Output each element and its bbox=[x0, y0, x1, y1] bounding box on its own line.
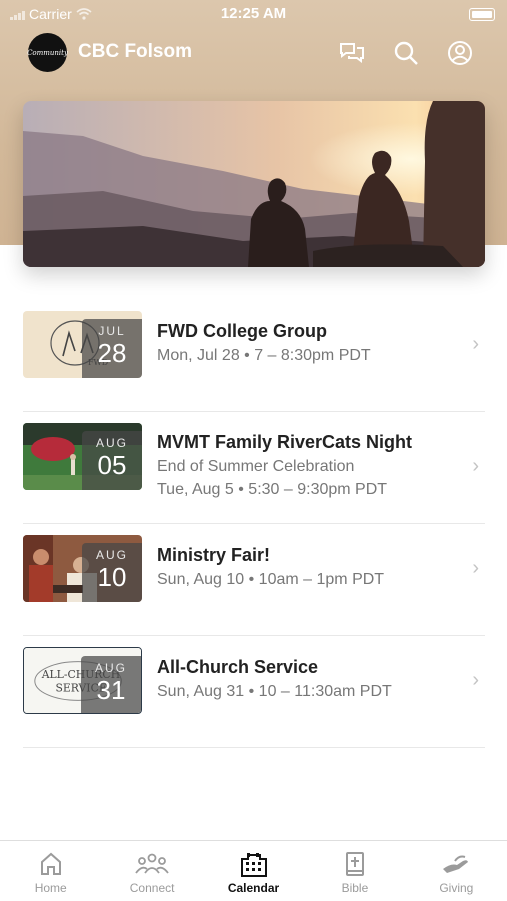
event-month: AUG bbox=[94, 661, 127, 675]
status-bar: Carrier 12:25 AM bbox=[0, 0, 507, 28]
event-time: Sun, Aug 10 • 10am – 1pm PDT bbox=[157, 571, 385, 588]
tab-label: Home bbox=[34, 881, 67, 895]
app-header: Community CBC Folsom bbox=[0, 28, 507, 78]
event-title: FWD College Group bbox=[157, 321, 327, 341]
home-icon bbox=[40, 852, 61, 875]
tab-label: Calendar bbox=[227, 881, 280, 895]
chevron-right-icon: › bbox=[472, 455, 479, 477]
event-title: Ministry Fair! bbox=[157, 545, 271, 565]
tab-label: Connect bbox=[129, 881, 175, 895]
tab-label: Bible bbox=[341, 881, 369, 895]
tab-label: Giving bbox=[439, 881, 474, 895]
chevron-right-icon: › bbox=[472, 669, 479, 691]
event-time: Mon, Jul 28 • 7 – 8:30pm PDT bbox=[157, 347, 371, 364]
event-list: FWD JUL 28 FWD College Group Mon, Jul 28… bbox=[23, 300, 485, 748]
search-icon[interactable] bbox=[391, 38, 421, 68]
event-day: 10 bbox=[97, 562, 127, 592]
event-date-badge: AUG 31 bbox=[81, 656, 141, 713]
event-time: Tue, Aug 5 • 5:30 – 9:30pm PDT bbox=[157, 481, 388, 498]
people-icon bbox=[135, 853, 169, 874]
tab-calendar[interactable]: Calendar bbox=[203, 841, 304, 901]
chevron-right-icon: › bbox=[472, 557, 479, 579]
tab-connect[interactable]: Connect bbox=[101, 841, 202, 901]
giving-icon bbox=[443, 855, 469, 873]
event-thumbnail: AUG 10 bbox=[23, 535, 142, 602]
battery-icon bbox=[469, 8, 495, 21]
status-time: 12:25 AM bbox=[220, 5, 287, 22]
tab-giving[interactable]: Giving bbox=[406, 841, 507, 901]
tab-bible[interactable]: Bible bbox=[304, 841, 405, 901]
event-subtitle: End of Summer Celebration bbox=[157, 458, 355, 475]
tab-bar: Home Connect Calendar Bible Giving bbox=[0, 840, 507, 901]
event-thumbnail: ALL-CHURCH SERVICE AUG 31 bbox=[23, 647, 142, 714]
event-day: 28 bbox=[97, 338, 127, 368]
event-time: Sun, Aug 31 • 10 – 11:30am PDT bbox=[157, 683, 392, 700]
event-date-badge: JUL 28 bbox=[82, 319, 142, 378]
bible-icon bbox=[345, 852, 364, 876]
tab-home[interactable]: Home bbox=[0, 841, 101, 901]
calendar-icon bbox=[240, 853, 267, 877]
event-row[interactable]: ALL-CHURCH SERVICE AUG 31 All-Church Ser… bbox=[23, 636, 485, 748]
event-month: AUG bbox=[95, 548, 128, 562]
chat-icon[interactable] bbox=[337, 38, 367, 68]
chevron-right-icon: › bbox=[472, 333, 479, 355]
event-row[interactable]: AUG 05 MVMT Family RiverCats Night End o… bbox=[23, 412, 485, 524]
logo-text: Community bbox=[27, 48, 68, 57]
event-date-badge: AUG 10 bbox=[82, 543, 142, 602]
app-title: CBC Folsom bbox=[78, 41, 192, 62]
church-logo[interactable]: Community bbox=[27, 33, 68, 72]
event-day: 05 bbox=[97, 450, 127, 480]
event-month: AUG bbox=[95, 436, 128, 450]
event-title: MVMT Family RiverCats Night bbox=[157, 432, 413, 452]
event-title: All-Church Service bbox=[157, 657, 319, 677]
event-date-badge: AUG 05 bbox=[82, 431, 142, 490]
profile-icon[interactable] bbox=[445, 38, 475, 68]
event-day: 31 bbox=[96, 675, 126, 705]
hero-image[interactable] bbox=[23, 101, 485, 267]
event-row[interactable]: FWD JUL 28 FWD College Group Mon, Jul 28… bbox=[23, 300, 485, 412]
event-thumbnail: FWD JUL 28 bbox=[23, 311, 142, 378]
event-month: JUL bbox=[98, 324, 126, 338]
event-thumbnail: AUG 05 bbox=[23, 423, 142, 490]
event-row[interactable]: AUG 10 Ministry Fair! Sun, Aug 10 • 10am… bbox=[23, 524, 485, 636]
